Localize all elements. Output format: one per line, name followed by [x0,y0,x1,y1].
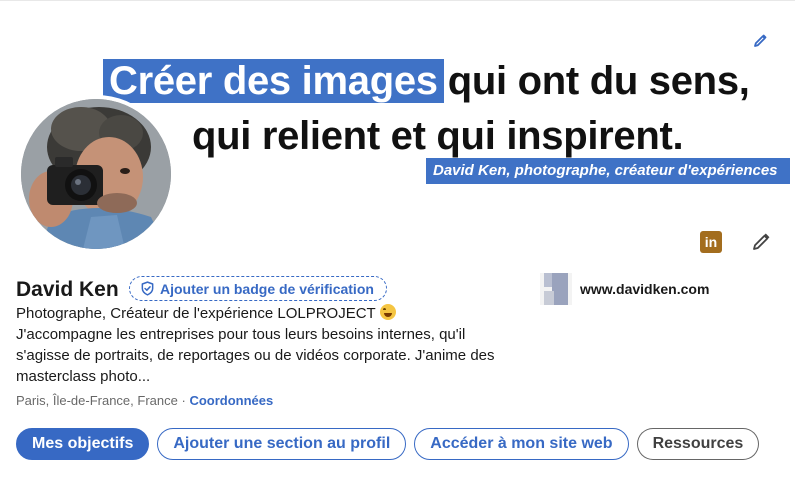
banner-edit-button[interactable] [748,29,772,53]
add-verification-badge-button[interactable]: Ajouter un badge de vérification [129,276,387,301]
profile-location: Paris, Île-de-France, France [16,393,178,408]
my-goals-button[interactable]: Mes objectifs [16,428,150,460]
profile-name: David Ken [16,278,119,301]
profile-about: J'accompagne les entreprises pour tous l… [16,326,495,385]
profile-headline-block: Photographe, Créateur de l'expérience LO… [16,303,516,387]
website-link[interactable]: www.davidken.com [540,273,709,305]
add-profile-section-button[interactable]: Ajouter une section au profil [157,428,407,460]
banner-tagline: David Ken, photographe, créateur d'expér… [426,158,790,184]
contact-info-link[interactable]: Coordonnées [189,393,273,408]
banner-line-1-rest: qui ont du sens, [447,59,750,103]
pencil-icon [753,233,770,250]
banner-highlight-text: Créer des images [103,59,444,103]
laughing-emoji-icon [379,304,396,320]
website-thumbnail [540,273,572,305]
profile-headline: Photographe, Créateur de l'expérience LO… [16,305,376,322]
banner-line-2: qui relient et qui inspirent. [192,114,684,158]
resources-button[interactable]: Ressources [636,428,760,460]
pencil-icon [754,34,767,47]
profile-actions: Mes objectifs Ajouter une section au pro… [16,428,760,460]
verification-badge-label: Ajouter un badge de vérification [160,280,374,297]
profile-photo [21,99,171,249]
banner-line-1: Créer des images qui ont du sens, [103,54,750,108]
avatar[interactable] [17,95,175,253]
profile-location-row: Paris, Île-de-France, France · Coordonné… [16,392,273,410]
shield-check-icon [141,281,154,296]
linkedin-icon[interactable]: in [700,231,722,253]
visit-website-button[interactable]: Accéder à mon site web [414,428,629,460]
location-separator: · [181,393,186,408]
website-label: www.davidken.com [580,281,710,297]
edit-profile-button[interactable] [749,230,773,254]
profile-card: Créer des images qui ont du sens, qui rel… [0,0,795,478]
